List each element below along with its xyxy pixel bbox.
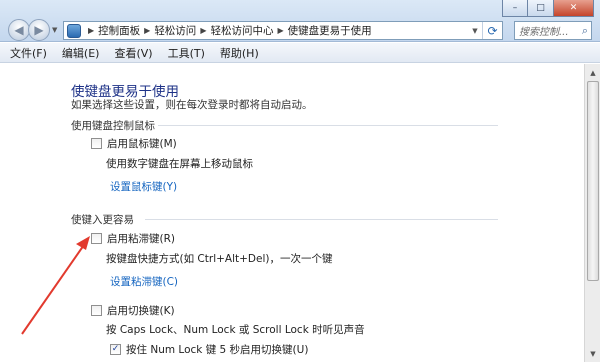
address-history-chevron-icon[interactable]: ▼ xyxy=(468,27,482,35)
scrollbar-thumb[interactable] xyxy=(587,81,599,281)
mouse-keys-help: 使用数字键盘在屏幕上移动鼠标 xyxy=(106,158,253,170)
menu-file[interactable]: 文件(F) xyxy=(10,45,47,61)
section-divider xyxy=(158,125,498,126)
back-button[interactable]: ◀ xyxy=(8,19,30,41)
annotation-arrow-icon xyxy=(21,236,90,335)
window-controls: – □ ✕ xyxy=(502,0,594,17)
toggle-keys-help: 按 Caps Lock、Num Lock 或 Scroll Lock 时听见声音 xyxy=(106,324,365,336)
breadcrumb-separator-icon[interactable]: ▶ xyxy=(88,26,94,35)
mouse-keys-checkbox-row[interactable]: 启用鼠标键(M) xyxy=(91,136,177,151)
minimize-button[interactable]: – xyxy=(502,0,528,17)
search-placeholder: 搜索控制... xyxy=(519,27,569,38)
num-lock-toggle-checkbox[interactable]: ✓ xyxy=(110,344,121,355)
toggle-keys-label[interactable]: 启用切换键(K) xyxy=(107,303,175,318)
mouse-keys-checkbox[interactable] xyxy=(91,138,102,149)
breadcrumb-ease-of-access[interactable]: 轻松访问 xyxy=(154,23,196,38)
recent-pages-chevron-icon[interactable]: ▼ xyxy=(52,26,57,34)
title-bar: – □ ✕ ◀ ▶ ▼ ▶ 控制面板 ▶ 轻松访问 ▶ 轻松访问中心 ▶ 使键盘… xyxy=(0,0,600,42)
num-lock-toggle-checkbox-row[interactable]: ✓ 按住 Num Lock 键 5 秒启用切换键(U) xyxy=(110,342,308,357)
forward-button[interactable]: ▶ xyxy=(28,19,50,41)
menu-bar: 文件(F) 编辑(E) 查看(V) 工具(T) 帮助(H) xyxy=(0,43,600,63)
toggle-keys-checkbox-row[interactable]: 启用切换键(K) xyxy=(91,303,175,318)
menu-tools[interactable]: 工具(T) xyxy=(168,45,205,61)
section-divider xyxy=(145,219,498,220)
breadcrumb-separator-icon[interactable]: ▶ xyxy=(277,26,283,35)
breadcrumb-current-page[interactable]: 使键盘更易于使用 xyxy=(288,23,372,38)
breadcrumb-ease-of-access-center[interactable]: 轻松访问中心 xyxy=(210,23,273,38)
scroll-down-icon[interactable]: ▼ xyxy=(586,346,600,361)
maximize-button[interactable]: □ xyxy=(528,0,554,17)
search-icon[interactable]: ⌕ xyxy=(582,24,588,38)
num-lock-toggle-label[interactable]: 按住 Num Lock 键 5 秒启用切换键(U) xyxy=(126,342,308,357)
sticky-keys-help: 按键盘快捷方式(如 Ctrl+Alt+Del)，一次一个键 xyxy=(106,253,333,265)
refresh-icon: ⟳ xyxy=(487,23,498,38)
mouse-keys-label[interactable]: 启用鼠标键(M) xyxy=(107,136,177,151)
menu-edit[interactable]: 编辑(E) xyxy=(62,45,100,61)
setup-mouse-keys-link[interactable]: 设置鼠标键(Y) xyxy=(110,179,177,194)
back-arrow-icon: ◀ xyxy=(14,23,24,37)
page-description: 如果选择这些设置，则在每次登录时都将自动启动。 xyxy=(71,99,313,111)
sticky-keys-label[interactable]: 启用粘滞键(R) xyxy=(107,231,175,246)
refresh-button[interactable]: ⟳ xyxy=(482,22,502,39)
breadcrumb-separator-icon[interactable]: ▶ xyxy=(200,26,206,35)
menu-help[interactable]: 帮助(H) xyxy=(220,45,259,61)
setup-sticky-keys-link[interactable]: 设置粘滞键(C) xyxy=(110,274,178,289)
section-heading-mouse: 使用键盘控制鼠标 xyxy=(71,120,155,132)
menu-view[interactable]: 查看(V) xyxy=(114,45,152,61)
close-button[interactable]: ✕ xyxy=(554,0,594,17)
section-heading-typing: 使键入更容易 xyxy=(71,214,134,226)
scroll-up-icon[interactable]: ▲ xyxy=(586,65,600,80)
vertical-scrollbar[interactable]: ▲ ▼ xyxy=(584,64,600,362)
search-input[interactable]: 搜索控制... ⌕ xyxy=(514,21,592,40)
breadcrumb-control-panel[interactable]: 控制面板 xyxy=(98,23,140,38)
forward-arrow-icon: ▶ xyxy=(34,23,44,37)
control-panel-icon xyxy=(67,23,81,38)
address-actions: ▼ ⟳ xyxy=(468,22,502,39)
address-bar[interactable]: ▶ 控制面板 ▶ 轻松访问 ▶ 轻松访问中心 ▶ 使键盘更易于使用 ▼ ⟳ xyxy=(63,21,503,40)
breadcrumb-separator-icon[interactable]: ▶ xyxy=(144,26,150,35)
sticky-keys-checkbox-row[interactable]: 启用粘滞键(R) xyxy=(91,231,175,246)
